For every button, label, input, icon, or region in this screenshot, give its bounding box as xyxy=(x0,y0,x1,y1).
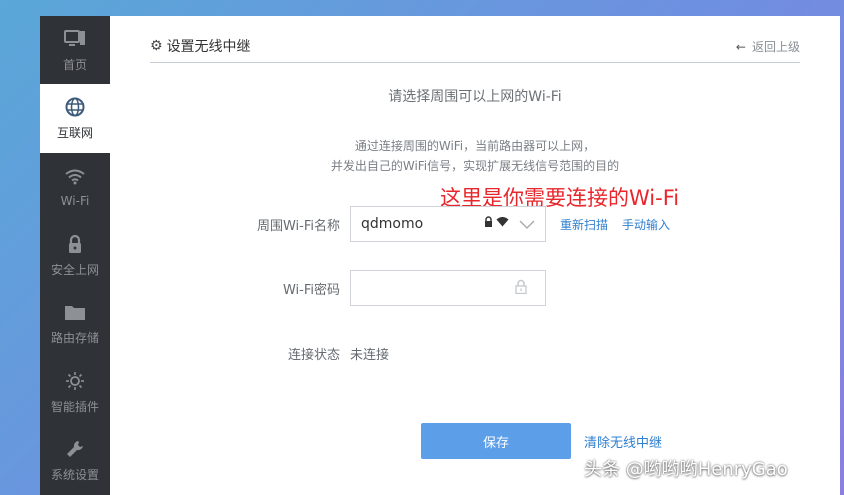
description-line-1: 通过连接周围的WiFi，当前路由器可以上网， xyxy=(354,139,596,153)
router-admin-window: 首页 互联网 Wi-Fi 安全上网 路由存储 智能插件 系统设置 ⚙ 设置无线中… xyxy=(40,16,840,495)
sidebar-item-settings[interactable]: 系统设置 xyxy=(40,427,110,495)
monitor-icon xyxy=(64,28,86,50)
sidebar-item-plugins[interactable]: 智能插件 xyxy=(40,358,110,426)
sidebar-item-label: 首页 xyxy=(62,57,87,72)
arrow-left-icon: ← xyxy=(735,39,746,54)
ssid-label: 周围Wi-Fi名称 xyxy=(256,218,340,234)
ssid-value: qdmomo xyxy=(361,216,424,232)
description-line-2: 并发出自己的WiFi信号，实现扩展无线信号范围的目的 xyxy=(330,159,620,173)
back-link-label: 返回上级 xyxy=(751,40,800,54)
lock-icon xyxy=(515,279,527,298)
sidebar-item-label: 路由存储 xyxy=(50,331,99,346)
chevron-down-icon[interactable] xyxy=(519,215,535,236)
password-field[interactable] xyxy=(350,270,546,306)
sidebar-item-storage[interactable]: 路由存储 xyxy=(40,290,110,358)
lock-icon xyxy=(67,233,83,255)
sidebar-item-label: Wi-Fi xyxy=(60,194,90,209)
status-row: 连接状态 未连接 xyxy=(110,344,389,363)
save-button[interactable]: 保存 xyxy=(421,423,571,459)
back-link[interactable]: ← 返回上级 xyxy=(736,38,800,55)
bulb-icon xyxy=(65,370,85,392)
sidebar-item-label: 系统设置 xyxy=(50,468,99,483)
sidebar-item-wifi[interactable]: Wi-Fi xyxy=(40,153,110,221)
wifi-icon xyxy=(65,166,85,188)
section-subtitle: 请选择周围可以上网的Wi-Fi xyxy=(388,89,562,105)
folder-icon xyxy=(64,301,86,323)
watermark: 头条 @哟哟哟HenryGao xyxy=(584,459,788,480)
sidebar: 首页 互联网 Wi-Fi 安全上网 路由存储 智能插件 系统设置 xyxy=(40,16,110,495)
section-description: 通过连接周围的WiFi，当前路由器可以上网， 并发出自己的WiFi信号，实现扩展… xyxy=(110,136,840,176)
manual-input-link[interactable]: 手动输入 xyxy=(622,216,670,233)
sidebar-item-security[interactable]: 安全上网 xyxy=(40,221,110,289)
sidebar-item-label: 互联网 xyxy=(56,126,93,141)
page-title-text: 设置无线中继 xyxy=(166,39,251,55)
password-label: Wi-Fi密码 xyxy=(282,282,340,298)
sidebar-item-home[interactable]: 首页 xyxy=(40,16,110,84)
page-title: ⚙ 设置无线中继 xyxy=(150,36,251,56)
lock-icon xyxy=(484,216,493,230)
gear-icon: ⚙ xyxy=(150,38,163,54)
wifi-signal-icon xyxy=(496,216,509,230)
ssid-select[interactable]: qdmomo xyxy=(350,206,546,242)
page-header: ⚙ 设置无线中继 ← 返回上级 xyxy=(150,36,800,63)
globe-icon xyxy=(65,96,85,118)
rescan-link[interactable]: 重新扫描 xyxy=(560,216,608,233)
wrench-icon xyxy=(65,438,85,460)
sidebar-item-label: 智能插件 xyxy=(50,399,99,414)
sidebar-item-internet[interactable]: 互联网 xyxy=(40,84,110,153)
password-row: Wi-Fi密码 xyxy=(110,270,546,306)
main-panel: ⚙ 设置无线中继 ← 返回上级 请选择周围可以上网的Wi-Fi 通过连接周围的W… xyxy=(110,16,840,495)
status-value: 未连接 xyxy=(350,348,390,363)
sidebar-item-label: 安全上网 xyxy=(50,262,99,277)
clear-repeater-link[interactable]: 清除无线中继 xyxy=(584,432,662,451)
status-label: 连接状态 xyxy=(287,348,340,363)
ssid-row: 周围Wi-Fi名称 qdmomo 重新扫描 手动输入 xyxy=(110,206,670,242)
